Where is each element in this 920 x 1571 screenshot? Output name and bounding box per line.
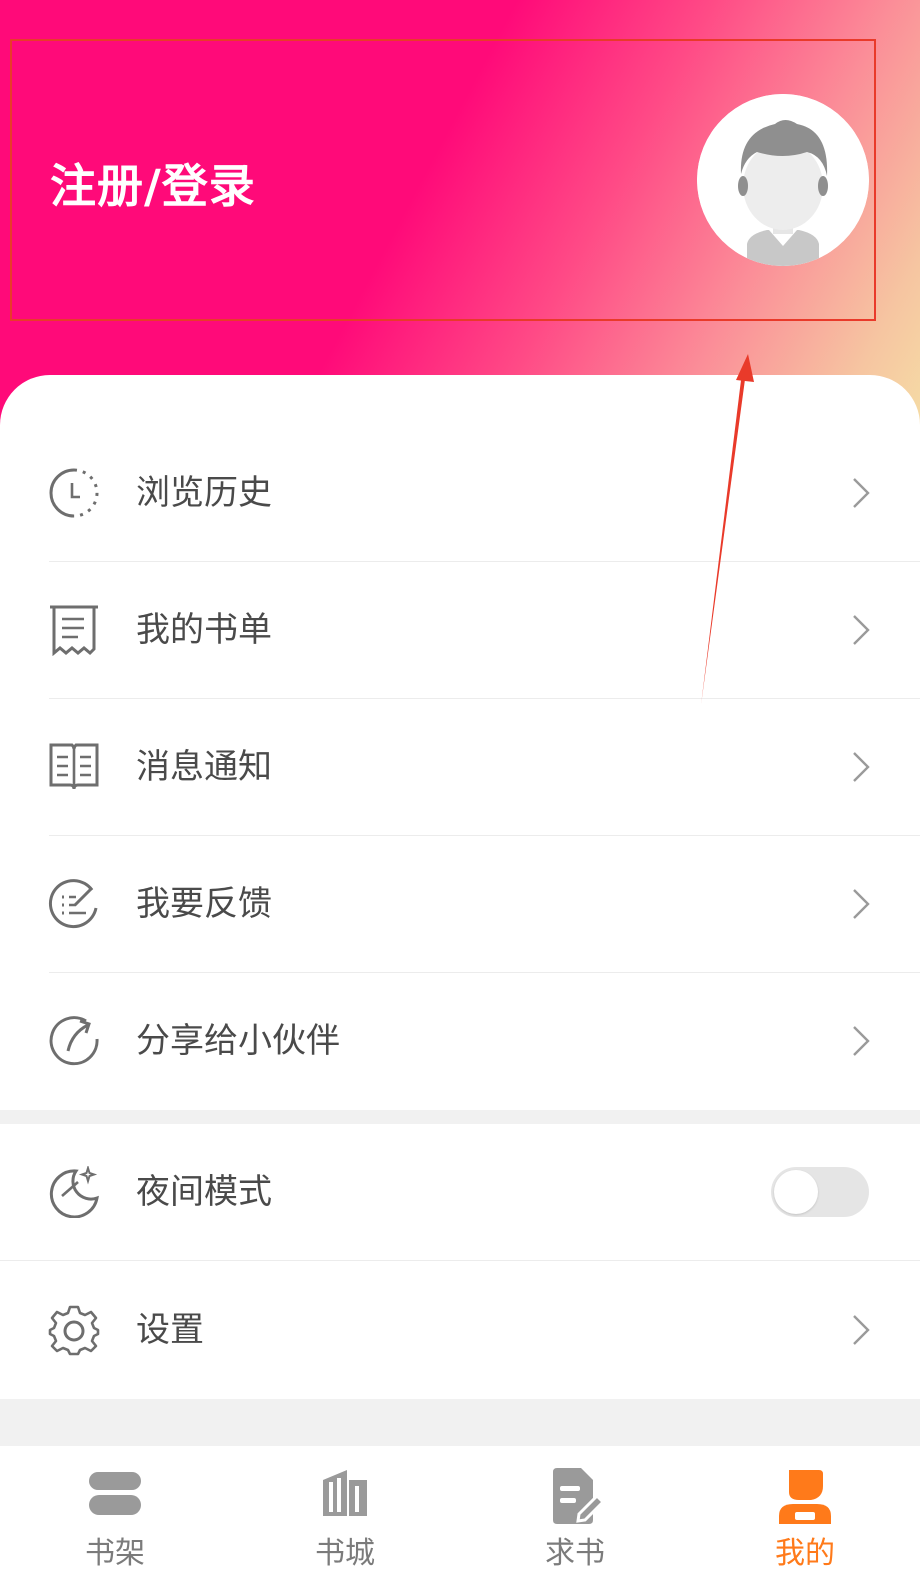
tab-label: 求书 [545,1536,605,1571]
request-book-icon [553,1468,605,1524]
tab-bookstore[interactable]: 书城 [230,1446,460,1571]
night-mode-toggle[interactable] [771,1167,869,1217]
menu-item-settings[interactable]: 设置 [0,1262,920,1399]
chevron-right-icon [853,752,870,782]
menu-card: 浏览历史 我的书单 消息通知 我要反馈 分享给小伙伴 [0,375,920,1110]
bookstore-building-icon [323,1470,367,1516]
menu-item-feedback[interactable]: 我要反馈 [0,836,920,973]
profile-header: 注册/登录 [0,0,920,430]
menu-item-label: 设置 [136,1310,204,1350]
toggle-knob [774,1170,818,1214]
bottom-tab-bar: 书架 书城 求书 我的 [0,1446,920,1571]
menu-item-browse-history[interactable]: 浏览历史 [0,425,920,562]
chevron-right-icon [853,478,870,508]
menu-item-night-mode: 夜间模式 [0,1124,920,1261]
menu-item-label: 夜间模式 [136,1172,272,1212]
tab-request-book[interactable]: 求书 [460,1446,690,1571]
tab-label: 书架 [85,1536,145,1571]
settings-section: 夜间模式 设置 [0,1124,920,1399]
receipt-list-icon [50,605,98,656]
share-arc-icon [49,1016,99,1066]
tab-label: 书城 [315,1536,375,1571]
login-register-link[interactable]: 注册/登录 [50,150,256,216]
menu-item-label: 我要反馈 [136,884,272,924]
menu-item-label: 我的书单 [136,610,272,650]
menu-item-label: 分享给小伙伴 [136,1021,340,1061]
tab-bookshelf[interactable]: 书架 [0,1446,230,1571]
menu-item-label: 浏览历史 [136,473,272,513]
menu-item-label: 消息通知 [136,747,272,787]
open-book-icon [49,743,99,790]
divider [0,1260,920,1261]
chevron-right-icon [853,1026,870,1056]
menu-item-share[interactable]: 分享给小伙伴 [0,973,920,1110]
moon-star-icon [49,1166,99,1218]
chevron-right-icon [853,615,870,645]
profile-screen: 注册/登录 浏览历史 我的书单 消息通知 我要反馈 分享给小伙伴 夜间模式 设置… [0,0,920,1571]
menu-item-notifications[interactable]: 消息通知 [0,699,920,836]
avatar[interactable] [697,94,869,266]
tab-profile[interactable]: 我的 [690,1446,920,1571]
bookshelf-icon [89,1472,141,1515]
profile-user-icon [779,1470,831,1524]
feedback-edit-icon [48,879,98,929]
default-user-avatar-icon [697,94,869,266]
chevron-right-icon [853,1315,870,1345]
tab-label: 我的 [775,1536,835,1571]
menu-item-my-booklist[interactable]: 我的书单 [0,562,920,699]
gear-icon [48,1305,100,1356]
chevron-right-icon [853,889,870,919]
history-clock-icon [49,468,99,518]
